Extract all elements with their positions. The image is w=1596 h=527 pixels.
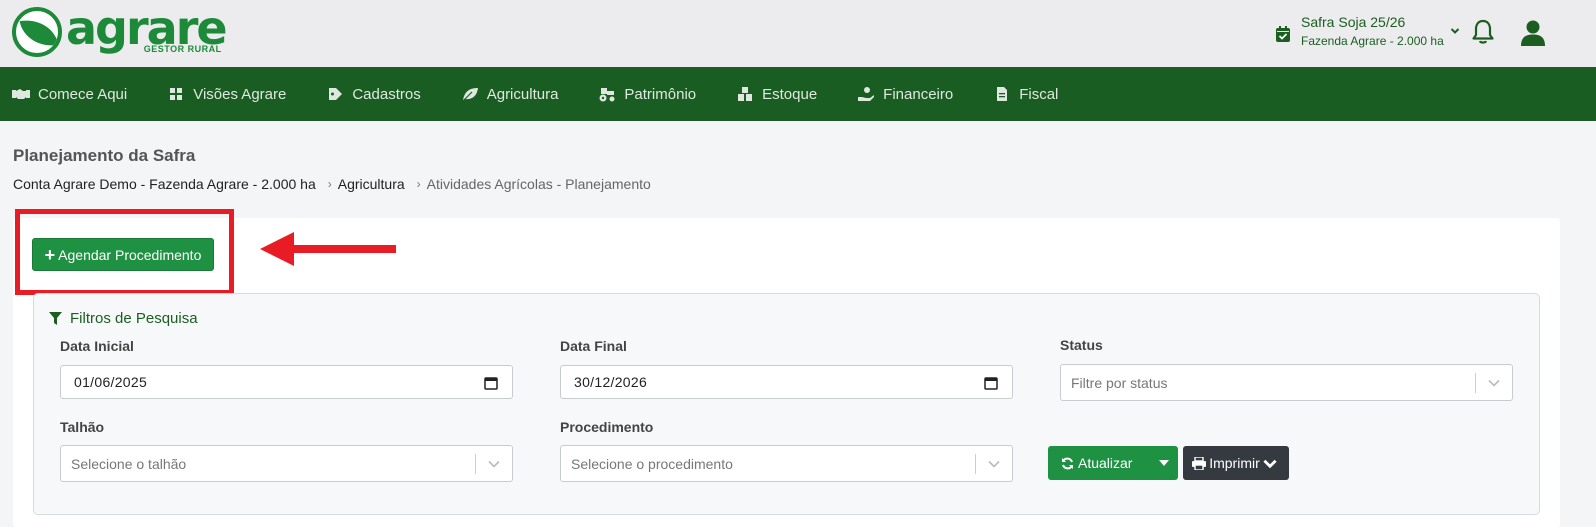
- data-inicial-label: Data Inicial: [60, 338, 134, 354]
- nav-label: Patrimônio: [624, 85, 697, 103]
- nav-label: Cadastros: [352, 85, 421, 103]
- chevron-right-icon: ›: [327, 177, 332, 191]
- button-label: Imprimir: [1209, 455, 1260, 471]
- annotation-highlight-box: [15, 209, 234, 295]
- talhao-select[interactable]: Selecione o talhão: [60, 445, 513, 482]
- select-divider: [975, 454, 976, 474]
- filter-icon: [49, 312, 62, 325]
- nav-label: Fiscal: [1019, 85, 1059, 103]
- atualizar-dropdown-toggle[interactable]: [1150, 460, 1178, 466]
- chevron-down-icon: [1450, 27, 1459, 34]
- nav-label: Financeiro: [883, 85, 954, 103]
- boxes-icon: [738, 87, 753, 101]
- bell-icon[interactable]: [1471, 19, 1495, 45]
- select-divider: [475, 454, 476, 474]
- calendar-check-icon: [1276, 25, 1290, 42]
- safra-selector[interactable]: Safra Soja 25/26 Fazenda Agrare - 2.000 …: [1274, 13, 1460, 50]
- logo-leaf-icon: [12, 7, 62, 57]
- invoice-icon: [997, 87, 1008, 101]
- procedimento-select[interactable]: Selecione o procedimento: [560, 445, 1013, 482]
- select-divider: [1475, 373, 1476, 393]
- logo-subtext: GESTOR RURAL: [143, 44, 222, 54]
- page-title: Planejamento da Safra: [13, 146, 196, 165]
- user-avatar-icon[interactable]: [1519, 18, 1547, 46]
- dashboard-icon: [170, 88, 183, 100]
- chevron-down-icon: [1488, 379, 1500, 387]
- top-header: agrare GESTOR RURAL Safra Soja 25/26 Faz…: [0, 0, 1596, 67]
- nav-item-patrimonio[interactable]: Patrimônio: [598, 67, 696, 121]
- nav-item-estoque[interactable]: Estoque: [736, 67, 817, 121]
- safra-subtitle: Fazenda Agrare - 2.000 ha: [1301, 34, 1444, 48]
- chevron-down-icon: [988, 460, 1000, 468]
- data-final-label: Data Final: [560, 338, 627, 354]
- nav-item-cadastros[interactable]: Cadastros: [326, 67, 421, 121]
- nav-item-visoes-agrare[interactable]: Visões Agrare: [167, 67, 286, 121]
- chevron-down-icon: [488, 460, 500, 468]
- nav-item-financeiro[interactable]: Financeiro: [857, 67, 953, 121]
- caret-down-icon: [1159, 460, 1169, 466]
- calendar-icon[interactable]: [984, 376, 998, 390]
- nav-item-agricultura[interactable]: Agricultura: [461, 67, 559, 121]
- nav-item-fiscal[interactable]: Fiscal: [993, 67, 1058, 121]
- tag-icon: [329, 88, 343, 100]
- handshake-icon: [12, 89, 30, 99]
- nav-item-comece-aqui[interactable]: Comece Aqui: [12, 67, 127, 121]
- status-label: Status: [1060, 337, 1103, 353]
- nav-label: Comece Aqui: [38, 85, 128, 103]
- status-placeholder: Filtre por status: [1071, 374, 1168, 391]
- filters-title-text: Filtros de Pesquisa: [70, 310, 198, 327]
- data-inicial-input[interactable]: 01/06/2025: [60, 365, 513, 399]
- filters-title: Filtros de Pesquisa: [49, 310, 198, 327]
- calendar-icon[interactable]: [484, 376, 498, 390]
- chevron-down-icon: [1263, 459, 1277, 468]
- breadcrumb-item[interactable]: Agricultura: [338, 176, 405, 192]
- button-label: Atualizar: [1078, 455, 1133, 471]
- safra-title: Safra Soja 25/26: [1301, 14, 1406, 30]
- talhao-placeholder: Selecione o talhão: [71, 455, 187, 472]
- data-final-value: 30/12/2026: [574, 374, 648, 390]
- logo-wordmark: agrare: [66, 1, 228, 55]
- talhao-label: Talhão: [60, 419, 105, 435]
- atualizar-button-group: Atualizar: [1048, 446, 1178, 480]
- nav-label: Estoque: [762, 85, 818, 103]
- imprimir-button[interactable]: Imprimir: [1183, 446, 1289, 480]
- main-nav: Comece Aqui Visões Agrare Cadastros Agri…: [0, 67, 1596, 121]
- status-select[interactable]: Filtre por status: [1060, 364, 1513, 401]
- atualizar-button[interactable]: Atualizar: [1048, 455, 1150, 471]
- data-inicial-value: 01/06/2025: [74, 374, 148, 390]
- procedimento-label: Procedimento: [560, 419, 654, 435]
- tractor-icon: [599, 88, 615, 102]
- nav-label: Visões Agrare: [193, 85, 287, 103]
- printer-icon: [1192, 456, 1207, 470]
- chevron-right-icon: ›: [416, 177, 421, 191]
- data-final-input[interactable]: 30/12/2026: [560, 365, 1013, 399]
- breadcrumb-item[interactable]: Conta Agrare Demo - Fazenda Agrare - 2.0…: [13, 176, 316, 192]
- hand-coin-icon: [858, 87, 875, 101]
- breadcrumb-current: Atividades Agrícolas - Planejamento: [426, 176, 651, 192]
- leaf-icon: [462, 88, 478, 102]
- refresh-icon: [1062, 457, 1073, 469]
- agrare-logo[interactable]: agrare GESTOR RURAL: [12, 1, 228, 59]
- procedimento-placeholder: Selecione o procedimento: [571, 455, 733, 472]
- nav-label: Agricultura: [486, 85, 559, 103]
- annotation-arrow-icon: [260, 232, 396, 266]
- breadcrumb: Conta Agrare Demo - Fazenda Agrare - 2.0…: [13, 176, 651, 192]
